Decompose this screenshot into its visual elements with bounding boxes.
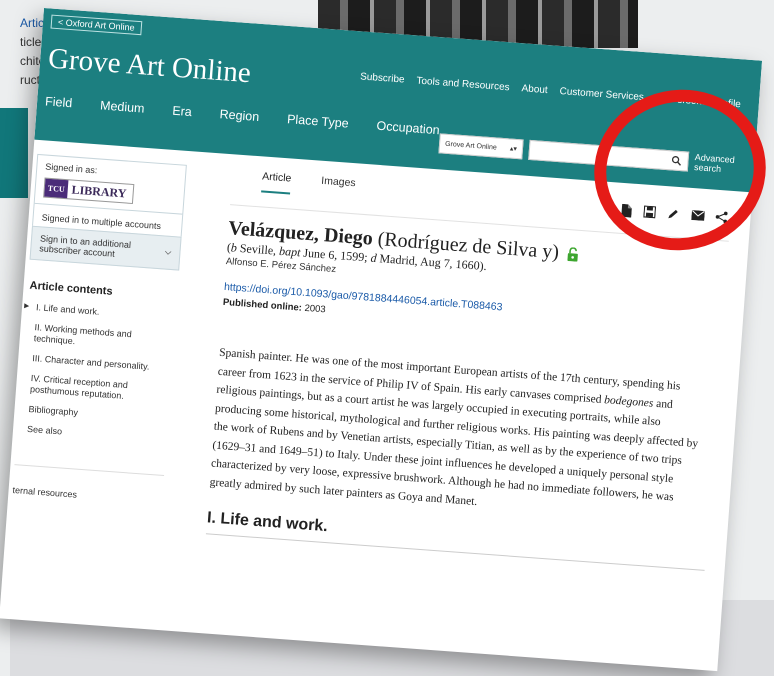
chevron-down-icon: [164, 250, 172, 255]
toc-list: I. Life and work. II. Working methods an…: [17, 302, 176, 446]
about-link[interactable]: About: [521, 83, 548, 96]
toc-item[interactable]: See also: [27, 424, 167, 445]
lifespan-bapt: bapt: [278, 243, 301, 260]
external-resources-link[interactable]: ternal resources: [12, 485, 162, 506]
nav-region[interactable]: Region: [219, 107, 260, 124]
nav-era[interactable]: Era: [172, 104, 192, 119]
toc-item[interactable]: II. Working methods and technique.: [33, 322, 174, 354]
background-teal-strip: [0, 108, 28, 198]
select-arrows-icon: ▴▾: [509, 145, 518, 154]
article-summary: Spanish painter. He was one of the most …: [209, 344, 709, 527]
subscribe-link[interactable]: Subscribe: [360, 71, 405, 85]
nav-occupation[interactable]: Occupation: [376, 119, 440, 138]
library-logo: TCU LIBRARY: [43, 177, 135, 205]
search-scope-value: Grove Art Online: [444, 140, 498, 152]
nav-medium[interactable]: Medium: [100, 98, 145, 115]
toc-item[interactable]: IV. Critical reception and posthumous re…: [30, 373, 171, 405]
search-scope-select[interactable]: Grove Art Online ▴▾: [438, 133, 524, 160]
sidebar: Signed in as: TCU LIBRARY Signed in to m…: [12, 153, 187, 506]
customer-services-link[interactable]: Customer Services: [559, 86, 644, 103]
summary-emphasis: bodegones: [603, 393, 654, 410]
toc-item[interactable]: Bibliography: [28, 404, 168, 425]
published-label: Published online:: [222, 296, 303, 314]
tab-images[interactable]: Images: [321, 175, 356, 189]
library-logo-text: LIBRARY: [71, 182, 127, 201]
toc-item[interactable]: I. Life and work.: [36, 302, 176, 323]
nav-field[interactable]: Field: [45, 94, 73, 110]
tab-article[interactable]: Article: [261, 170, 292, 195]
site-brand[interactable]: Grove Art Online: [47, 42, 252, 90]
library-logo-tcu: TCU: [44, 178, 69, 199]
nav-place-type[interactable]: Place Type: [287, 112, 349, 130]
toc-item[interactable]: III. Character and personality.: [32, 353, 172, 374]
sign-in-additional-label: Sign in to an additional subscriber acco…: [39, 233, 132, 259]
lifespan-part: Seville,: [236, 240, 280, 258]
published-year: 2003: [304, 302, 326, 316]
main-nav: Field Medium Era Region Place Type Occup…: [45, 94, 440, 137]
open-access-lock-icon: [567, 247, 579, 263]
oxford-art-online-link[interactable]: < Oxford Art Online: [50, 14, 143, 36]
sidebar-divider: [14, 464, 165, 477]
tools-resources-link[interactable]: Tools and Resources: [416, 75, 510, 93]
article-contents-title: Article contents: [29, 279, 113, 298]
